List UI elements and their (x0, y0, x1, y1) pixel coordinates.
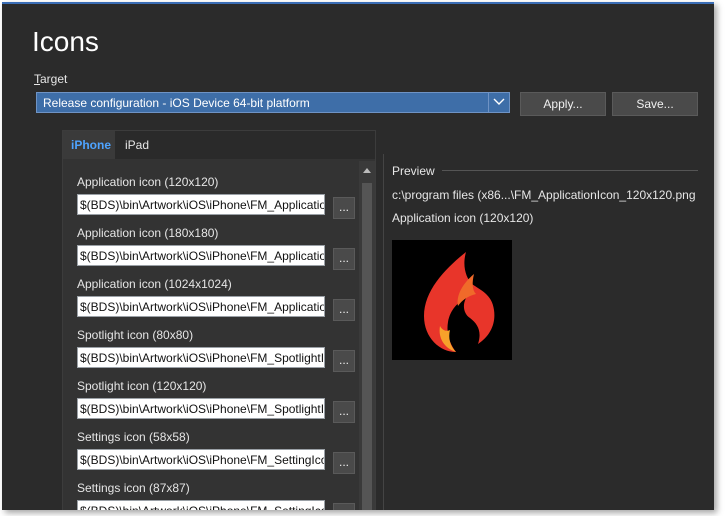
browse-button[interactable]: ... (333, 503, 355, 510)
icon-list: Application icon (120x120) $(BDS)\bin\Ar… (63, 161, 359, 510)
browse-button[interactable]: ... (333, 452, 355, 474)
browse-button[interactable]: ... (333, 401, 355, 423)
list-item: Application icon (180x180) $(BDS)\bin\Ar… (77, 220, 367, 271)
tab-bar: iPhone iPad (63, 131, 375, 159)
icon-path-input[interactable]: $(BDS)\bin\Artwork\iOS\iPhone\FM_Applica… (77, 296, 325, 317)
target-dropdown[interactable]: Release configuration - iOS Device 64-bi… (36, 92, 510, 113)
target-label: Target (34, 72, 67, 86)
icon-list-scrollbar[interactable] (359, 161, 375, 510)
scroll-up-icon[interactable] (363, 167, 371, 173)
icon-path-input[interactable]: $(BDS)\bin\Artwork\iOS\iPhone\FM_Applica… (77, 245, 325, 266)
icon-label: Application icon (120x120) (77, 175, 219, 189)
device-tabs: iPhone iPad Application icon (120x120) $… (62, 130, 376, 510)
browse-button[interactable]: ... (333, 350, 355, 372)
preview-separator (442, 170, 698, 171)
icons-options-panel: Icons Target Release configuration - iOS… (2, 2, 714, 510)
icon-label: Settings icon (58x58) (77, 430, 190, 444)
preview-title: Preview (392, 164, 435, 178)
icon-label: Application icon (1024x1024) (77, 277, 232, 291)
list-item: Settings icon (58x58) $(BDS)\bin\Artwork… (77, 424, 367, 475)
list-item: Application icon (120x120) $(BDS)\bin\Ar… (77, 169, 367, 220)
preview-icon-name: Application icon (120x120) (392, 211, 534, 225)
target-label-text: arget (40, 72, 68, 86)
save-button[interactable]: Save... (612, 92, 698, 116)
browse-button[interactable]: ... (333, 248, 355, 270)
list-item: Settings icon (87x87) $(BDS)\bin\Artwork… (77, 475, 367, 510)
preview-divider (383, 154, 384, 510)
icon-path-input[interactable]: $(BDS)\bin\Artwork\iOS\iPhone\FM_Applica… (77, 194, 325, 215)
apply-button[interactable]: Apply... (520, 92, 606, 116)
flame-logo-icon (392, 240, 512, 360)
tab-ipad[interactable]: iPad (117, 131, 157, 159)
list-item: Spotlight icon (80x80) $(BDS)\bin\Artwor… (77, 322, 367, 373)
icon-path-input[interactable]: $(BDS)\bin\Artwork\iOS\iPhone\FM_Setting… (77, 449, 325, 470)
browse-button[interactable]: ... (333, 299, 355, 321)
icon-path-input[interactable]: $(BDS)\bin\Artwork\iOS\iPhone\FM_Spotlig… (77, 398, 325, 419)
icon-label: Settings icon (87x87) (77, 481, 190, 495)
icon-label: Spotlight icon (80x80) (77, 328, 194, 342)
list-item: Application icon (1024x1024) $(BDS)\bin\… (77, 271, 367, 322)
page-title: Icons (32, 26, 99, 57)
target-dropdown-value: Release configuration - iOS Device 64-bi… (43, 96, 310, 110)
icon-path-input[interactable]: $(BDS)\bin\Artwork\iOS\iPhone\FM_Spotlig… (77, 347, 325, 368)
chevron-down-icon[interactable] (488, 93, 509, 112)
scrollbar-thumb[interactable] (362, 183, 372, 510)
browse-button[interactable]: ... (333, 197, 355, 219)
icon-label: Application icon (180x180) (77, 226, 219, 240)
preview-path: c:\program files (x86...\FM_ApplicationI… (392, 188, 696, 202)
tab-iphone[interactable]: iPhone (63, 131, 115, 159)
list-item: Spotlight icon (120x120) $(BDS)\bin\Artw… (77, 373, 367, 424)
icon-label: Spotlight icon (120x120) (77, 379, 207, 393)
icon-path-input[interactable]: $(BDS)\bin\Artwork\iOS\iPhone\FM_Setting… (77, 500, 325, 510)
